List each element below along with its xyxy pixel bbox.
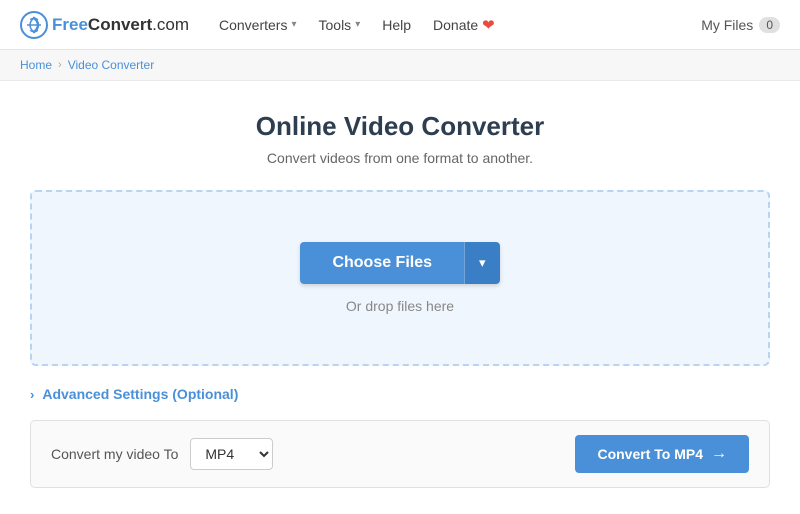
logo-icon	[20, 11, 48, 39]
breadcrumb-separator: ›	[58, 59, 62, 71]
advanced-settings-section: › Advanced Settings (Optional)	[30, 386, 770, 402]
page-title: Online Video Converter	[30, 111, 770, 142]
arrow-right-icon: →	[711, 445, 727, 463]
heart-icon: ❤	[482, 16, 495, 34]
nav-help[interactable]: Help	[382, 17, 411, 33]
drop-zone[interactable]: Choose Files ▾ Or drop files here	[30, 190, 770, 366]
logo-text: FreeConvert.com	[52, 15, 189, 35]
breadcrumb-home[interactable]: Home	[20, 58, 52, 72]
page-subtitle: Convert videos from one format to anothe…	[30, 150, 770, 166]
main-nav: Converters ▾ Tools ▾ Help Donate ❤	[219, 16, 701, 34]
convert-to-label: Convert my video To	[51, 446, 178, 462]
nav-tools[interactable]: Tools ▾	[319, 17, 361, 33]
drop-hint-text: Or drop files here	[346, 298, 454, 314]
choose-files-dropdown-button[interactable]: ▾	[464, 242, 500, 284]
breadcrumb-current[interactable]: Video Converter	[68, 58, 155, 72]
my-files-badge: 0	[759, 17, 780, 33]
chevron-down-icon: ▾	[479, 255, 486, 271]
nav-donate[interactable]: Donate ❤	[433, 16, 495, 34]
tools-chevron-icon: ▾	[355, 19, 360, 30]
choose-files-group: Choose Files ▾	[300, 242, 499, 284]
convert-bar: Convert my video To MP4 AVI MOV MKV WMV …	[30, 420, 770, 488]
main-content: Online Video Converter Convert videos fr…	[10, 81, 790, 508]
site-logo[interactable]: FreeConvert.com	[20, 11, 189, 39]
advanced-settings-label: Advanced Settings (Optional)	[42, 386, 238, 402]
site-header: FreeConvert.com Converters ▾ Tools ▾ Hel…	[0, 0, 800, 50]
convert-button-label: Convert To MP4	[597, 446, 703, 462]
advanced-settings-toggle[interactable]: › Advanced Settings (Optional)	[30, 386, 770, 402]
format-select[interactable]: MP4 AVI MOV MKV WMV FLV WebM GIF	[190, 438, 273, 470]
choose-files-button[interactable]: Choose Files	[300, 242, 464, 284]
breadcrumb: Home › Video Converter	[0, 50, 800, 81]
nav-converters[interactable]: Converters ▾	[219, 17, 297, 33]
my-files-link[interactable]: My Files 0	[701, 17, 780, 33]
toggle-chevron-icon: ›	[30, 387, 34, 402]
convert-button[interactable]: Convert To MP4 →	[575, 435, 749, 473]
converters-chevron-icon: ▾	[291, 19, 296, 30]
